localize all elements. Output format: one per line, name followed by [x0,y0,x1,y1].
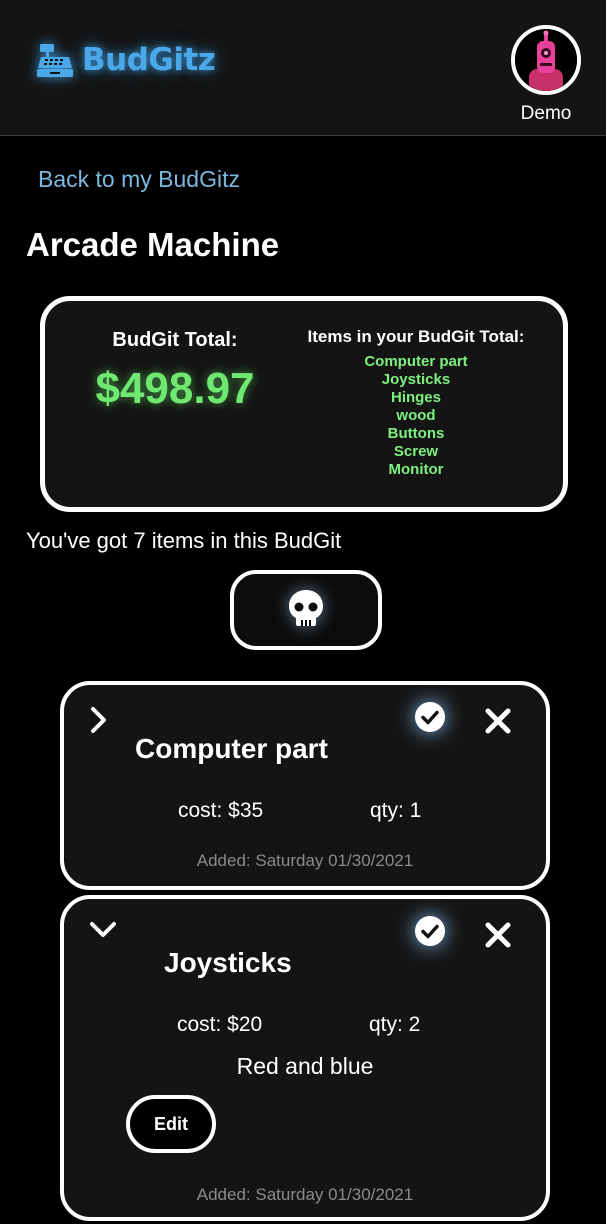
check-circle-icon[interactable] [414,915,446,952]
items-summary: Items in your BudGit Total: Computer par… [285,327,547,479]
list-item: Screw [393,443,439,460]
total-label: BudGit Total: [112,329,238,351]
list-item: Monitor [388,461,444,478]
close-icon[interactable] [484,921,512,954]
item-card: Joysticks cost: $20 qty: 2 Red and blue … [60,895,550,1221]
item-qty: qty: 1 [370,799,422,822]
item-count-text: You've got 7 items in this BudGit [26,528,342,553]
skull-icon [288,589,324,632]
item-added-date: Added: Saturday 01/30/2021 [196,851,414,870]
list-item: Joysticks [381,371,451,388]
brand-logo[interactable]: BudGitz [36,42,216,78]
chevron-down-icon[interactable] [88,919,118,946]
item-name: Computer part [135,733,328,764]
check-circle-icon[interactable] [414,701,446,738]
delete-budgit-button[interactable] [230,570,382,650]
list-item: Computer part [364,353,468,370]
chevron-right-icon[interactable] [88,705,110,740]
edit-button[interactable]: Edit [126,1095,216,1153]
back-link[interactable]: Back to my BudGitz [38,166,240,193]
item-name: Joysticks [164,947,292,978]
list-item: Hinges [390,389,441,406]
list-item: Buttons [387,425,445,442]
item-card: Computer part cost: $35 qty: 1 Added: Sa… [60,681,550,890]
budgit-summary-card: BudGit Total: $498.97 Items in your BudG… [40,296,568,512]
items-heading: Items in your BudGit Total: [307,327,525,346]
app-header: BudGitz Demo [0,0,606,136]
brand-name: BudGitz [82,42,216,78]
total-section: BudGit Total: $498.97 [75,329,275,414]
user-menu[interactable]: Demo [511,25,581,125]
cash-register-icon [36,42,74,78]
item-note: Red and blue [236,1053,374,1079]
item-added-date: Added: Saturday 01/30/2021 [196,1185,414,1204]
total-value: $498.97 [95,364,255,413]
close-icon[interactable] [484,707,512,740]
item-cost: cost: $20 [177,1013,263,1036]
item-cost: cost: $35 [178,799,264,822]
items-list: Computer part Joysticks Hinges wood Butt… [285,353,547,479]
user-name: Demo [520,103,572,124]
robot-avatar-icon[interactable] [511,25,581,95]
list-item: wood [396,407,436,424]
item-qty: qty: 2 [369,1013,421,1036]
page-title: Arcade Machine [26,226,280,263]
